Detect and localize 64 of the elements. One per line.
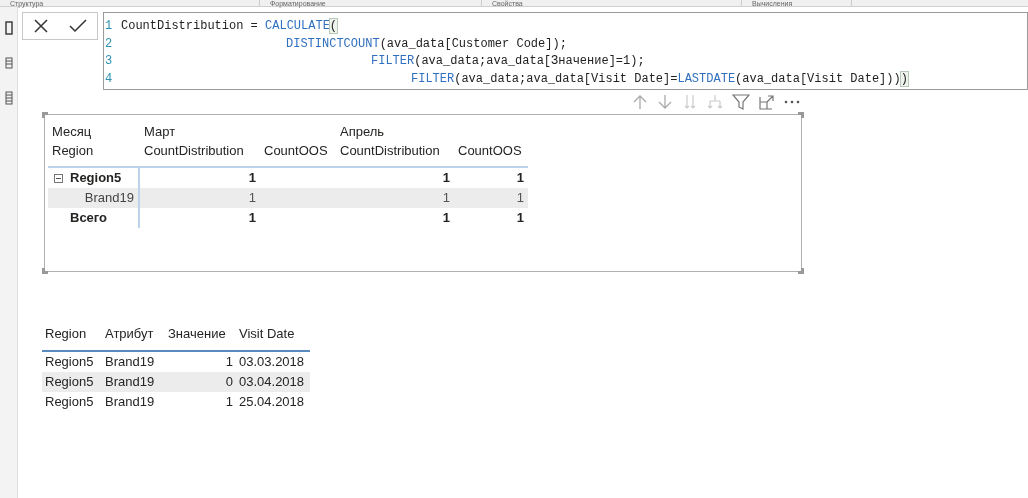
code-line: CountDistribution = CALCULATE( xyxy=(121,18,338,35)
table-cell: 1 xyxy=(442,210,450,226)
table-cell: 03.03.2018 xyxy=(239,353,305,369)
table-cell: Brand19 xyxy=(105,373,155,389)
row-header: Всего xyxy=(70,209,108,228)
column-header: CountOOS xyxy=(264,143,328,158)
code-line: DISTINCTCOUNT(ava_data[Customer Code]); xyxy=(285,35,567,53)
table-cell: 0 xyxy=(225,373,233,389)
table-cell: 1 xyxy=(225,393,233,409)
column-header: Апрель xyxy=(340,124,385,139)
column-header: Visit Date xyxy=(239,326,295,341)
formula-editor[interactable]: 1 CountDistribution = CALCULATE( 2 DISTINCTCOUNT(ava_data[Customer Code]); 3 FILTER(ava_data;ava_data[Значение]=1); 4 FILTER(ava_data;ava_data[Visit Date]=LASTDATE(ava_data[Visit Date]))) xyxy=(103,12,1028,90)
resize-handle[interactable] xyxy=(42,268,48,274)
report-view-icon[interactable] xyxy=(4,21,13,35)
code-line: FILTER(ava_data;ava_data[Visit Date]=LASTDATE(ava_data[Visit Date]))) xyxy=(410,70,908,88)
row-header: Brand19 xyxy=(84,189,134,208)
column-header: Region xyxy=(52,143,94,158)
table-cell: 1 xyxy=(225,353,233,369)
arrow-up-icon[interactable] xyxy=(632,94,648,110)
table-cell: 1 xyxy=(516,170,524,186)
line-number: 2 xyxy=(104,35,114,53)
table-cell: 1 xyxy=(248,170,256,186)
line-number: 1 xyxy=(104,18,114,35)
table-cell: Region5 xyxy=(45,373,94,389)
column-header: Атрибут xyxy=(105,326,154,341)
table-view-icon[interactable] xyxy=(4,57,13,69)
resize-handle[interactable] xyxy=(798,112,804,118)
code-line: FILTER(ava_data;ava_data[Значение]=1); xyxy=(370,53,645,70)
table-cell: Brand19 xyxy=(105,393,155,409)
table-cell: 1 xyxy=(248,210,256,226)
table-cell: 03.04.2018 xyxy=(239,373,305,389)
collapse-toggle[interactable] xyxy=(54,173,63,183)
focus-mode-icon[interactable] xyxy=(759,94,775,110)
more-options-icon[interactable] xyxy=(784,100,800,104)
table-row[interactable]: Region5 Brand19 1 03.03.2018 xyxy=(42,351,310,372)
table-cell: 25.04.2018 xyxy=(239,393,305,409)
column-header: CountOOS xyxy=(458,143,522,158)
column-header: Март xyxy=(144,124,176,139)
column-header: CountDistribution xyxy=(144,143,244,158)
table-cell: 1 xyxy=(442,170,450,186)
arrow-down-icon[interactable] xyxy=(657,94,673,110)
line-number: 4 xyxy=(104,70,114,88)
model-view-icon[interactable] xyxy=(4,91,13,105)
table-cell: Brand19 xyxy=(105,353,155,369)
table-row[interactable]: Region5 Brand19 0 03.04.2018 xyxy=(42,371,310,392)
resize-handle[interactable] xyxy=(42,112,48,118)
column-header: CountDistribution xyxy=(340,143,440,158)
table-cell: 1 xyxy=(248,190,256,206)
table-cell: 1 xyxy=(516,190,524,206)
table-row[interactable]: Brand19 1 1 1 xyxy=(48,188,528,208)
table-row[interactable]: Region5 Brand19 1 25.04.2018 xyxy=(42,391,310,412)
table-row[interactable]: Всего 1 1 1 xyxy=(48,208,528,228)
line-number: 3 xyxy=(104,53,114,70)
table-cell: Region5 xyxy=(45,393,94,409)
filter-icon[interactable] xyxy=(732,94,750,110)
table-cell: Region5 xyxy=(45,353,94,369)
column-header: Region xyxy=(45,326,87,341)
row-header[interactable]: Region5 xyxy=(70,168,122,188)
resize-handle[interactable] xyxy=(798,268,804,274)
column-header: Месяц xyxy=(52,124,92,139)
minus-icon xyxy=(56,177,61,179)
table-cell: 1 xyxy=(442,190,450,206)
column-header: Значение xyxy=(168,326,226,341)
table-cell: 1 xyxy=(516,210,524,226)
